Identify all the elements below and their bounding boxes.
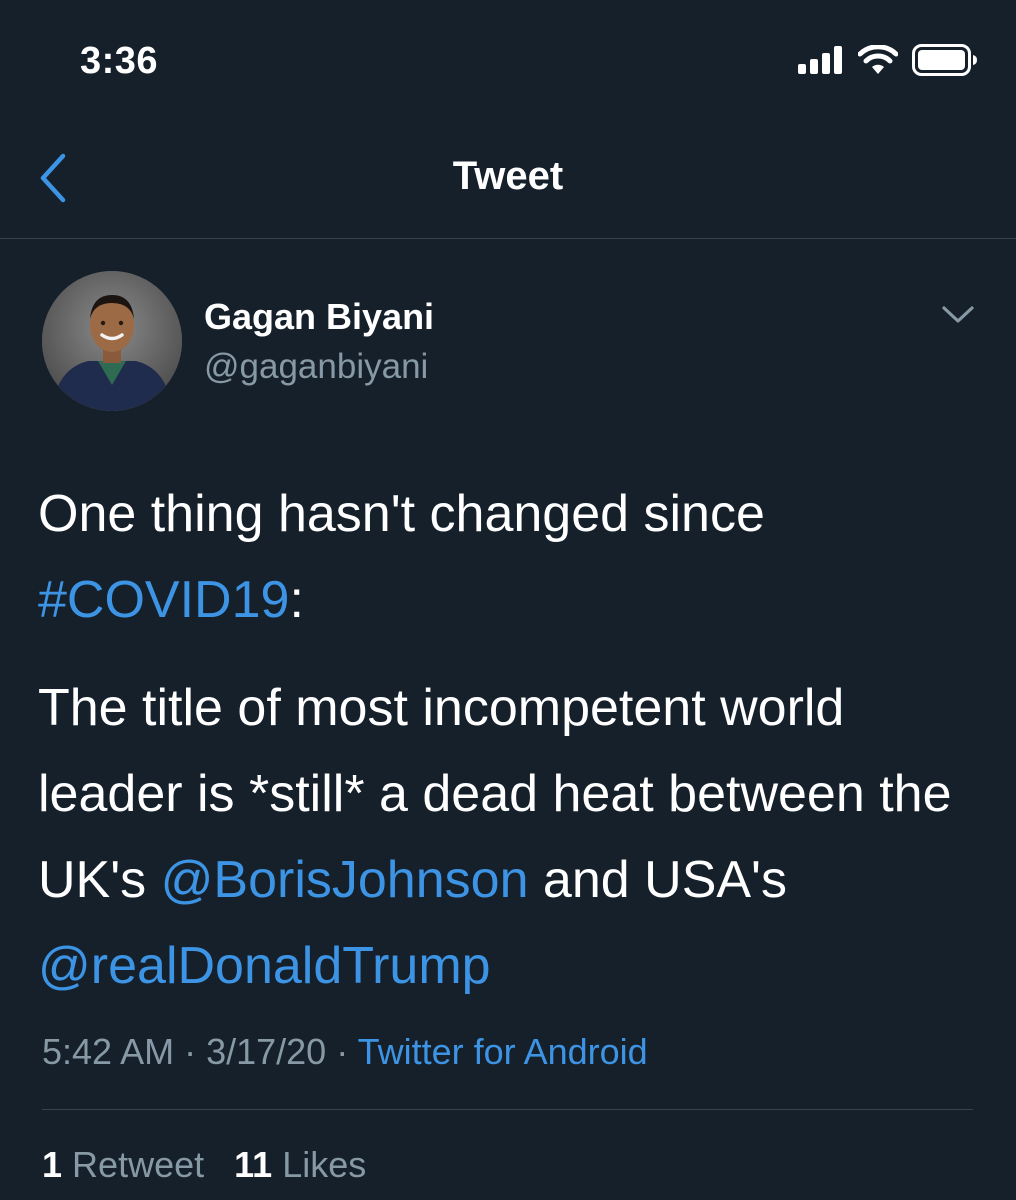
tweet-time: 5:42 AM [42,1031,175,1072]
wifi-icon [857,44,899,80]
likes-label: Likes [282,1144,367,1185]
nav-bar: Tweet [0,120,1016,239]
status-icons [798,44,978,81]
tweet-text-segment: : [289,571,304,629]
cellular-signal-icon [798,46,844,79]
retweet-count: 1 [42,1144,63,1185]
tweet-options-button[interactable] [938,303,978,333]
chevron-down-icon [938,306,978,331]
retweet-label: Retweet [72,1144,205,1185]
like-count: 11 [234,1144,273,1185]
tweet-text-segment: and USA's [528,851,787,909]
hashtag-link[interactable]: #COVID19 [38,571,289,629]
tweet-stats: 1 Retweet 11 Likes [42,1144,366,1186]
tweet-meta: 5:42 AM · 3/17/20 · Twitter for Android [42,1031,648,1073]
retweet-stat[interactable]: 1 Retweet [42,1144,204,1185]
tweet-source-link[interactable]: Twitter for Android [358,1031,648,1072]
mention-link[interactable]: @BorisJohnson [161,851,529,909]
author-handle[interactable]: @gaganbiyani [204,347,428,387]
avatar[interactable] [42,271,182,411]
tweet-date: 3/17/20 [206,1031,327,1072]
meta-separator: · [326,1031,358,1072]
divider [42,1109,973,1110]
tweet-text: One thing hasn't changed since #COVID19:… [38,471,988,1009]
battery-icon [912,44,978,81]
tweet-text-segment: One thing hasn't changed since [38,485,765,543]
meta-separator: · [174,1031,207,1072]
status-bar: 3:36 [0,0,1016,120]
tweet-paragraph: One thing hasn't changed since #COVID19: [38,471,988,643]
status-time: 3:36 [80,40,159,82]
author-name[interactable]: Gagan Biyani [204,296,434,338]
mention-link[interactable]: @realDonaldTrump [38,937,491,995]
tweet-paragraph: The title of most incompetent world lead… [38,665,988,1009]
likes-stat[interactable]: 11 Likes [234,1144,366,1185]
page-title: Tweet [452,154,564,198]
